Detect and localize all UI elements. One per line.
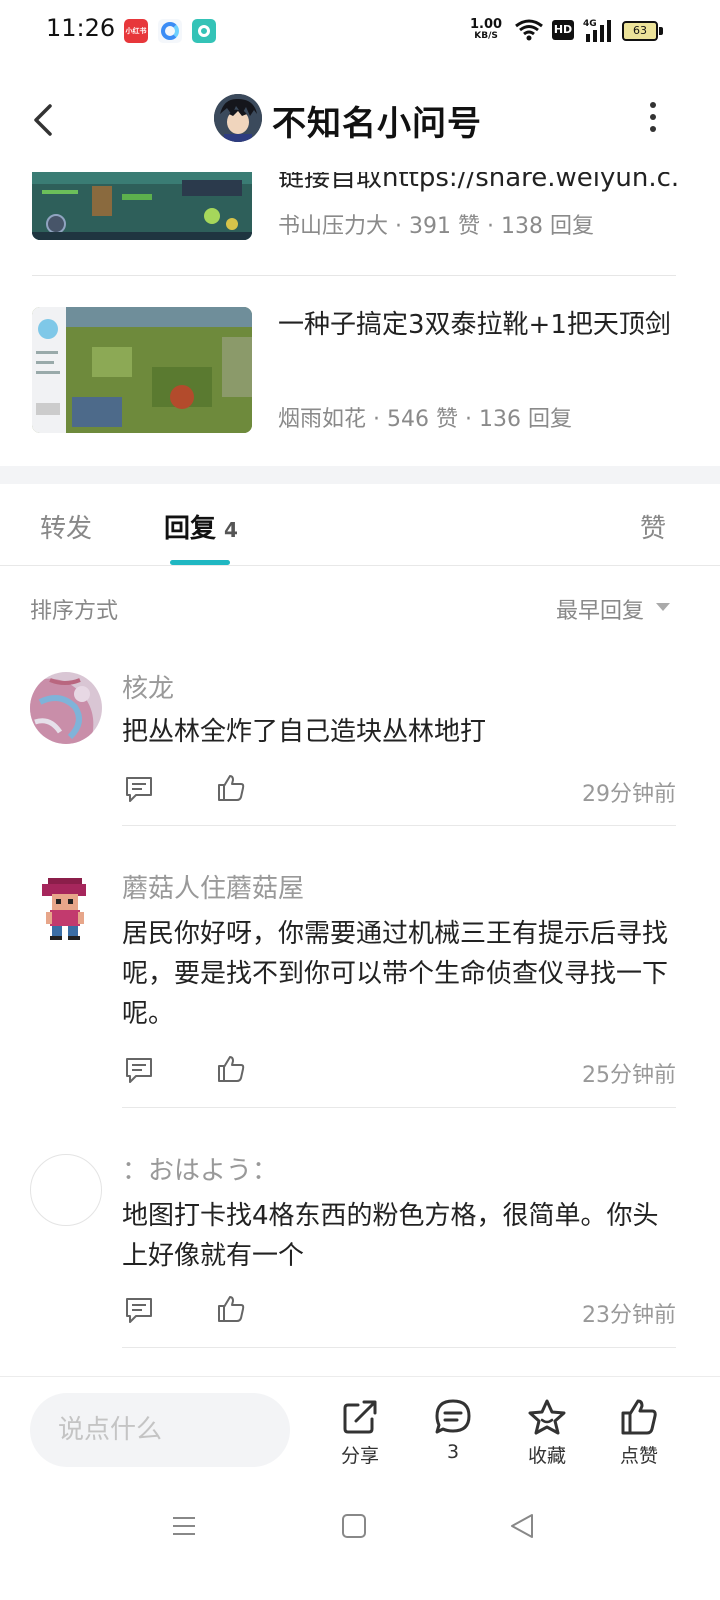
commenter-name[interactable]: ：おはよう：	[122, 1150, 278, 1187]
post-thumbnail	[32, 307, 252, 433]
comment-text: 地图打卡找4格东西的粉色方格，很简单。你头上好像就有一个	[122, 1201, 659, 1271]
share-label: 分享	[340, 1445, 379, 1467]
more-options-icon[interactable]	[644, 102, 662, 136]
post-title: 一种子搞定3双泰拉靴+1把天顶剑	[278, 310, 671, 340]
comment-item: 核龙 把丛林全炸了自己造块丛林地打 29分钟前	[0, 646, 720, 826]
post-meta: 书山压力大 · 391 赞 · 138 回复	[278, 214, 594, 239]
divider	[122, 1347, 676, 1348]
comment-time: 23分钟前	[582, 1303, 676, 1328]
commenter-avatar[interactable]	[30, 672, 102, 744]
reply-tabs: 转发 回复 4 赞	[0, 484, 720, 566]
sort-row: 排序方式 最早回复	[0, 566, 720, 646]
thumbs-up-icon[interactable]	[216, 773, 246, 803]
favorite-button[interactable]: 收藏	[512, 1397, 582, 1468]
cellular-signal-icon: 4G	[583, 19, 611, 42]
reply-icon[interactable]	[124, 774, 154, 804]
commenter-name[interactable]: 核龙	[122, 668, 174, 705]
comment-item: ：おはよう： 地图打卡找4格东西的粉色方格，很简单。你头上好像就有一个 23分钟…	[0, 1108, 720, 1348]
share-button[interactable]: 分享	[325, 1397, 395, 1468]
home-square-icon[interactable]	[340, 1512, 368, 1540]
tab-reply[interactable]: 回复 4	[164, 508, 238, 545]
commenter-avatar[interactable]	[30, 1154, 102, 1226]
comments-button[interactable]: 3	[418, 1397, 488, 1463]
related-post-1[interactable]: 链接自取https://share.weiyun.c... 书山压力大 · 39…	[0, 172, 720, 272]
sort-label: 排序方式	[30, 599, 119, 624]
share-icon	[343, 1400, 377, 1434]
like-label: 点赞	[619, 1445, 658, 1467]
bottom-action-bar: 分享 3 收藏 点赞	[0, 1376, 720, 1482]
battery-indicator: 63	[622, 21, 658, 41]
status-time: 11:26	[46, 14, 116, 42]
comment-input[interactable]	[30, 1393, 290, 1467]
star-icon	[528, 1399, 566, 1435]
xiaohongshu-app-icon: 小红书	[124, 19, 148, 43]
caret-down-icon[interactable]	[656, 603, 670, 611]
comment-text: 把丛林全炸了自己造块丛林地打	[122, 717, 487, 747]
comment-bubble-icon	[435, 1399, 471, 1434]
status-bar: 11:26 小红书 1.00 KB/S HD 4G 63	[0, 0, 720, 64]
comment-item: 蘑菇人住蘑菇屋 居民你好呀，你需要通过机械三王有提示后寻找呢，要是找不到你可以带…	[0, 826, 720, 1108]
thumbs-up-icon[interactable]	[216, 1054, 246, 1084]
related-posts: 链接自取https://share.weiyun.c... 书山压力大 · 39…	[0, 172, 720, 466]
wifi-icon	[515, 19, 543, 41]
thumbs-up-icon	[621, 1399, 657, 1435]
network-type: 4G	[583, 19, 597, 29]
assistant-app-icon	[192, 19, 216, 43]
hd-badge: HD	[552, 20, 574, 40]
comments-count: 3	[446, 1441, 460, 1463]
commenter-avatar[interactable]	[30, 872, 102, 944]
post-thumbnail	[32, 172, 252, 240]
reply-icon[interactable]	[124, 1295, 154, 1325]
system-navigation-bar	[0, 1482, 720, 1600]
tab-forward[interactable]: 转发	[40, 508, 92, 545]
tab-like[interactable]: 赞	[640, 508, 666, 545]
author-avatar[interactable]	[214, 94, 262, 142]
like-button[interactable]: 点赞	[604, 1397, 674, 1468]
battery-cap	[659, 27, 663, 35]
sort-dropdown[interactable]: 最早回复	[556, 593, 644, 625]
commenter-name[interactable]: 蘑菇人住蘑菇屋	[122, 868, 304, 905]
back-triangle-icon[interactable]	[508, 1512, 536, 1540]
network-speed: 1.00 KB/S	[470, 17, 503, 41]
section-separator	[0, 466, 720, 484]
top-header: 不知名小问号	[0, 64, 720, 172]
active-tab-indicator	[170, 560, 230, 565]
menu-icon[interactable]	[170, 1512, 198, 1540]
comment-text: 居民你好呀，你需要通过机械三王有提示后寻找呢，要是找不到你可以带个生命侦查仪寻找…	[122, 919, 669, 1029]
reply-icon[interactable]	[124, 1055, 154, 1085]
comment-time: 25分钟前	[582, 1063, 676, 1088]
related-post-2[interactable]: 一种子搞定3双泰拉靴+1把天顶剑 烟雨如花 · 546 赞 · 136 回复	[0, 276, 720, 456]
browser-app-icon	[158, 19, 182, 43]
post-meta: 烟雨如花 · 546 赞 · 136 回复	[278, 407, 572, 432]
back-arrow-icon[interactable]	[30, 100, 58, 140]
comment-time: 29分钟前	[582, 782, 676, 807]
page-title: 不知名小问号	[272, 104, 482, 144]
post-title: 链接自取https://share.weiyun.c...	[278, 172, 678, 193]
favorite-label: 收藏	[527, 1445, 566, 1467]
thumbs-up-icon[interactable]	[216, 1294, 246, 1324]
